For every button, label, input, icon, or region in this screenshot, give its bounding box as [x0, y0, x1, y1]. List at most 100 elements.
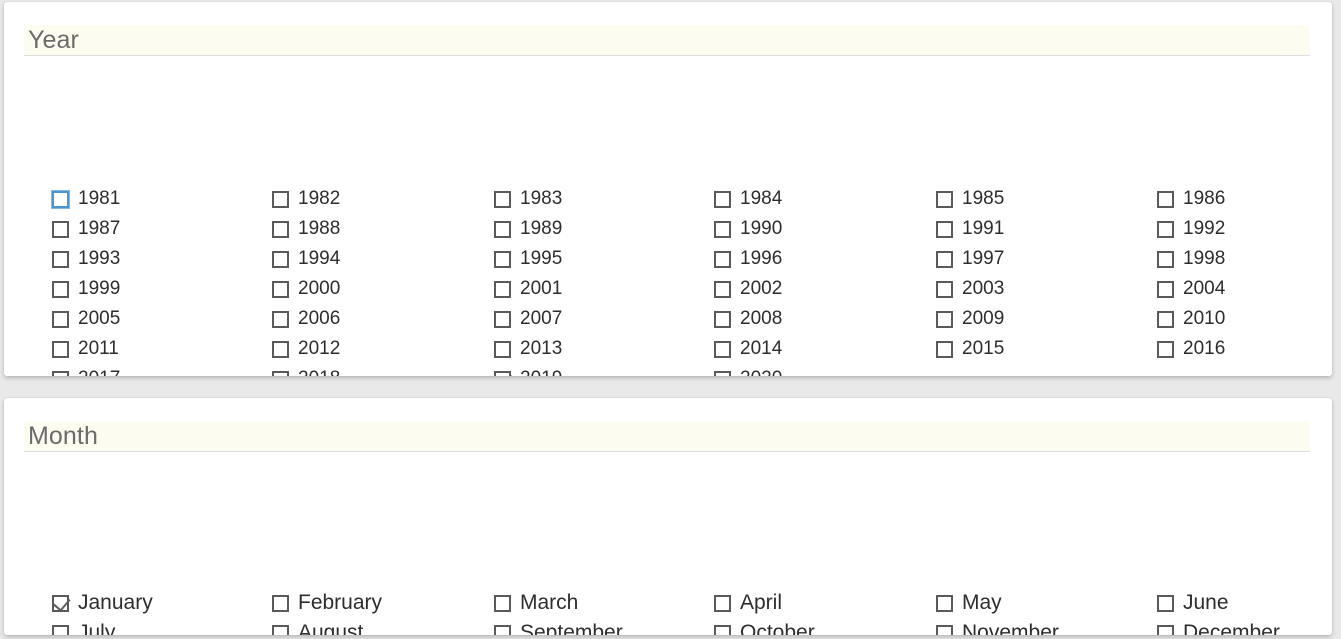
checkbox-empty-icon[interactable]: [936, 190, 953, 208]
checkbox-month-april[interactable]: April: [714, 592, 782, 613]
checkbox-empty-icon[interactable]: [272, 280, 289, 298]
checkbox-empty-icon[interactable]: [936, 624, 953, 635]
checkbox-month-may[interactable]: May: [936, 592, 1002, 613]
checkbox-empty-icon[interactable]: [1157, 340, 1174, 358]
checkbox-year-1981[interactable]: 1981: [52, 189, 120, 208]
checkbox-month-february[interactable]: February: [272, 592, 382, 613]
checkbox-empty-icon[interactable]: [1157, 310, 1174, 328]
checkbox-empty-icon[interactable]: [936, 250, 953, 268]
checkbox-checked-icon[interactable]: [52, 592, 71, 612]
checkbox-year-2004[interactable]: 2004: [1157, 279, 1225, 298]
checkbox-year-1996[interactable]: 1996: [714, 249, 782, 268]
checkbox-year-2015[interactable]: 2015: [936, 339, 1004, 358]
checkbox-year-1986[interactable]: 1986: [1157, 189, 1225, 208]
checkbox-empty-icon[interactable]: [1157, 624, 1174, 635]
checkbox-empty-icon[interactable]: [494, 310, 511, 328]
checkbox-empty-icon[interactable]: [714, 624, 731, 635]
checkbox-empty-icon[interactable]: [1157, 250, 1174, 268]
checkbox-year-2002[interactable]: 2002: [714, 279, 782, 298]
checkbox-year-2006[interactable]: 2006: [272, 309, 340, 328]
checkbox-empty-icon[interactable]: [272, 220, 289, 238]
checkbox-empty-icon[interactable]: [714, 594, 731, 612]
checkbox-empty-icon[interactable]: [494, 280, 511, 298]
checkbox-empty-icon[interactable]: [1157, 190, 1174, 208]
checkbox-empty-icon[interactable]: [494, 250, 511, 268]
checkbox-year-2017[interactable]: 2017: [52, 369, 120, 376]
checkbox-year-2003[interactable]: 2003: [936, 279, 1004, 298]
checkbox-year-2008[interactable]: 2008: [714, 309, 782, 328]
checkbox-empty-icon[interactable]: [272, 340, 289, 358]
checkbox-year-1999[interactable]: 1999: [52, 279, 120, 298]
checkbox-empty-icon[interactable]: [494, 190, 511, 208]
checkbox-year-2018[interactable]: 2018: [272, 369, 340, 376]
checkbox-year-1985[interactable]: 1985: [936, 189, 1004, 208]
checkbox-empty-icon[interactable]: [52, 340, 69, 358]
checkbox-empty-icon[interactable]: [52, 370, 69, 376]
checkbox-month-march[interactable]: March: [494, 592, 578, 613]
checkbox-year-1994[interactable]: 1994: [272, 249, 340, 268]
checkbox-year-2020[interactable]: 2020: [714, 369, 782, 376]
checkbox-year-1990[interactable]: 1990: [714, 219, 782, 238]
checkbox-year-2013[interactable]: 2013: [494, 339, 562, 358]
checkbox-empty-icon[interactable]: [52, 310, 69, 328]
checkbox-empty-icon[interactable]: [936, 220, 953, 238]
checkbox-empty-icon[interactable]: [52, 250, 69, 268]
checkbox-empty-icon[interactable]: [272, 594, 289, 612]
checkbox-year-1997[interactable]: 1997: [936, 249, 1004, 268]
checkbox-empty-icon[interactable]: [272, 190, 289, 208]
checkbox-empty-icon[interactable]: [936, 280, 953, 298]
checkbox-year-2010[interactable]: 2010: [1157, 309, 1225, 328]
checkbox-empty-icon[interactable]: [714, 220, 731, 238]
checkbox-year-1991[interactable]: 1991: [936, 219, 1004, 238]
checkbox-month-august[interactable]: August: [272, 622, 363, 635]
checkbox-year-2001[interactable]: 2001: [494, 279, 562, 298]
checkbox-month-december[interactable]: December: [1157, 622, 1280, 635]
checkbox-month-january[interactable]: January: [52, 592, 153, 613]
checkbox-month-november[interactable]: November: [936, 622, 1059, 635]
checkbox-year-2005[interactable]: 2005: [52, 309, 120, 328]
checkbox-empty-icon[interactable]: [1157, 280, 1174, 298]
checkbox-empty-icon[interactable]: [52, 220, 69, 238]
checkbox-empty-icon[interactable]: [936, 594, 953, 612]
checkbox-year-2011[interactable]: 2011: [52, 339, 119, 358]
checkbox-empty-icon[interactable]: [272, 310, 289, 328]
checkbox-empty-icon[interactable]: [714, 280, 731, 298]
checkbox-empty-icon[interactable]: [936, 340, 953, 358]
checkbox-empty-icon[interactable]: [714, 310, 731, 328]
checkbox-checked-icon[interactable]: [494, 368, 513, 376]
checkbox-month-june[interactable]: June: [1157, 592, 1229, 613]
checkbox-month-september[interactable]: September: [494, 622, 623, 635]
checkbox-year-1983[interactable]: 1983: [494, 189, 562, 208]
checkbox-year-1988[interactable]: 1988: [272, 219, 340, 238]
checkbox-year-2000[interactable]: 2000: [272, 279, 340, 298]
checkbox-year-1993[interactable]: 1993: [52, 249, 120, 268]
checkbox-empty-icon[interactable]: [52, 190, 69, 208]
checkbox-empty-icon[interactable]: [714, 340, 731, 358]
checkbox-year-1987[interactable]: 1987: [52, 219, 120, 238]
checkbox-empty-icon[interactable]: [1157, 594, 1174, 612]
checkbox-empty-icon[interactable]: [494, 340, 511, 358]
checkbox-year-1984[interactable]: 1984: [714, 189, 782, 208]
checkbox-empty-icon[interactable]: [714, 370, 731, 376]
checkbox-empty-icon[interactable]: [714, 190, 731, 208]
checkbox-month-october[interactable]: October: [714, 622, 815, 635]
checkbox-year-1995[interactable]: 1995: [494, 249, 562, 268]
checkbox-year-2007[interactable]: 2007: [494, 309, 562, 328]
checkbox-year-2016[interactable]: 2016: [1157, 339, 1225, 358]
checkbox-year-1982[interactable]: 1982: [272, 189, 340, 208]
checkbox-month-july[interactable]: July: [52, 622, 115, 635]
checkbox-empty-icon[interactable]: [494, 594, 511, 612]
checkbox-year-2014[interactable]: 2014: [714, 339, 782, 358]
checkbox-empty-icon[interactable]: [272, 624, 289, 635]
checkbox-year-2012[interactable]: 2012: [272, 339, 340, 358]
checkbox-year-1992[interactable]: 1992: [1157, 219, 1225, 238]
checkbox-year-1998[interactable]: 1998: [1157, 249, 1225, 268]
checkbox-empty-icon[interactable]: [52, 280, 69, 298]
checkbox-empty-icon[interactable]: [494, 624, 511, 635]
checkbox-year-2019[interactable]: 2019: [494, 368, 562, 376]
checkbox-year-1989[interactable]: 1989: [494, 219, 562, 238]
checkbox-empty-icon[interactable]: [494, 220, 511, 238]
checkbox-year-2009[interactable]: 2009: [936, 309, 1004, 328]
checkbox-empty-icon[interactable]: [714, 250, 731, 268]
checkbox-empty-icon[interactable]: [1157, 220, 1174, 238]
